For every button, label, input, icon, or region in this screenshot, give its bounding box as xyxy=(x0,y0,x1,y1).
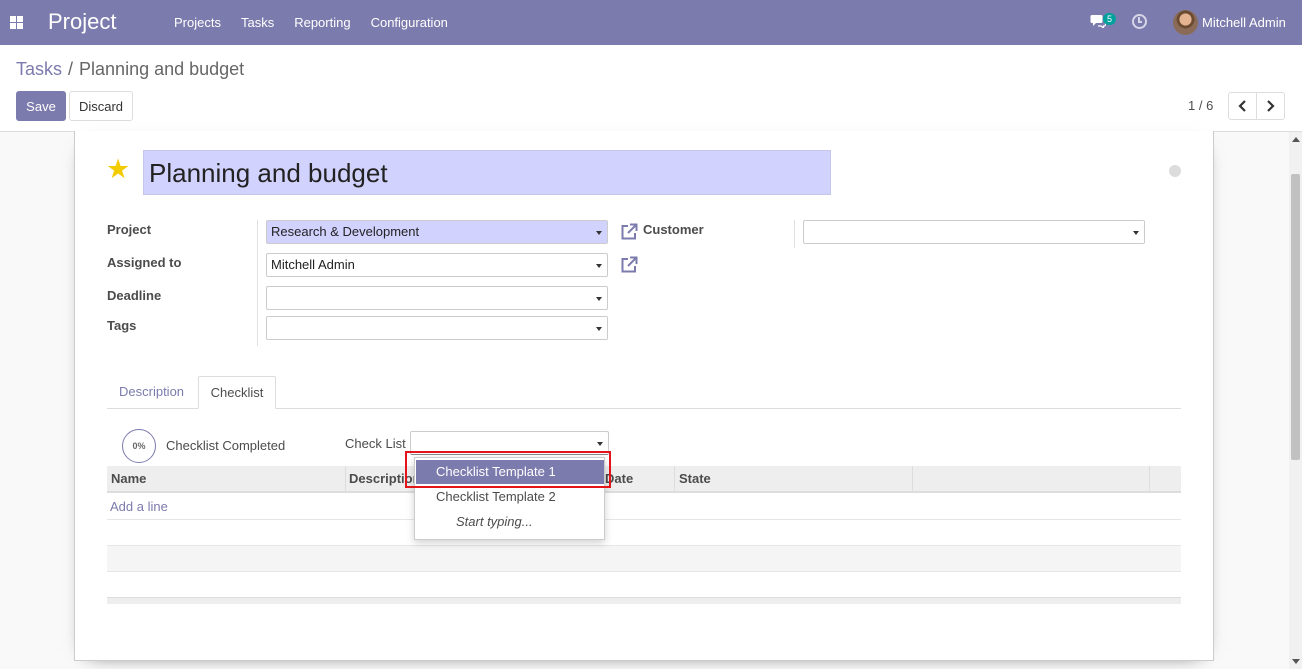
table-row-divider xyxy=(107,545,1181,546)
scroll-thumb[interactable] xyxy=(1291,174,1300,460)
pager-next-button[interactable] xyxy=(1256,92,1285,120)
priority-star-icon[interactable]: ★ xyxy=(106,156,130,183)
dropdown-item-template-1[interactable]: Checklist Template 1 xyxy=(416,460,604,484)
assigned-to-field[interactable]: Mitchell Admin xyxy=(266,253,608,277)
activity-clock-icon[interactable] xyxy=(1132,14,1147,29)
caret-down-icon xyxy=(596,297,602,301)
pager-value[interactable]: 1 / 6 xyxy=(1188,98,1213,113)
field-divider xyxy=(794,220,795,248)
user-name[interactable]: Mitchell Admin xyxy=(1202,15,1286,30)
task-title-input[interactable]: Planning and budget xyxy=(143,150,831,195)
breadcrumb: Tasks / Planning and budget xyxy=(16,59,244,80)
check-list-label: Check List xyxy=(345,436,406,451)
pager-previous-button[interactable] xyxy=(1228,92,1257,120)
caret-down-icon xyxy=(596,327,602,331)
scroll-up-arrow-icon[interactable] xyxy=(1292,137,1300,142)
chevron-left-icon xyxy=(1238,100,1246,112)
checklist-table-footer xyxy=(107,597,1181,604)
breadcrumb-current: Planning and budget xyxy=(79,59,245,79)
tab-checklist[interactable]: Checklist xyxy=(198,376,276,409)
deadline-field[interactable] xyxy=(266,286,608,310)
main-menu: Projects Tasks Reporting Configuration xyxy=(164,0,458,45)
check-list-select[interactable] xyxy=(410,431,609,455)
page-scrollbar[interactable] xyxy=(1289,132,1302,669)
project-value: Research & Development xyxy=(271,224,420,239)
menu-reporting[interactable]: Reporting xyxy=(284,0,360,45)
assigned-to-label: Assigned to xyxy=(107,255,182,270)
app-brand[interactable]: Project xyxy=(48,9,116,35)
table-row xyxy=(107,546,1181,572)
project-label: Project xyxy=(107,222,152,237)
customer-label: Customer xyxy=(643,222,704,237)
tags-field[interactable] xyxy=(266,316,608,340)
add-a-line-link[interactable]: Add a line xyxy=(110,499,168,514)
menu-tasks[interactable]: Tasks xyxy=(231,0,284,45)
caret-down-icon xyxy=(1133,231,1139,235)
column-header-name[interactable]: Name xyxy=(107,466,346,491)
deadline-label: Deadline xyxy=(107,288,162,303)
caret-down-icon xyxy=(597,442,603,446)
external-link-icon[interactable] xyxy=(620,256,638,274)
project-field[interactable]: Research & Development xyxy=(266,220,608,244)
checklist-progress-circle: 0% xyxy=(122,429,156,463)
top-navbar: Project Projects Tasks Reporting Configu… xyxy=(0,0,1302,45)
caret-down-icon xyxy=(596,264,602,268)
chevron-right-icon xyxy=(1267,100,1275,112)
checklist-dropdown-menu: Checklist Template 1 Checklist Template … xyxy=(414,457,605,540)
external-link-icon[interactable] xyxy=(620,223,638,241)
column-header-extra xyxy=(912,466,1150,491)
tab-description[interactable]: Description xyxy=(107,376,196,409)
tags-label: Tags xyxy=(107,318,137,333)
customer-field[interactable] xyxy=(803,220,1145,244)
caret-down-icon xyxy=(596,231,602,235)
assigned-to-value: Mitchell Admin xyxy=(271,257,355,272)
checklist-progress-label: Checklist Completed xyxy=(166,438,286,453)
breadcrumb-separator: / xyxy=(68,59,74,79)
breadcrumb-tasks[interactable]: Tasks xyxy=(16,59,62,79)
save-button[interactable]: Save xyxy=(16,91,66,121)
messages-count-badge: 5 xyxy=(1103,13,1117,25)
field-divider xyxy=(257,220,258,346)
apps-menu-icon[interactable] xyxy=(10,16,23,29)
checklist-table-header: Name Description Date State xyxy=(107,466,1181,493)
column-header-state[interactable]: State xyxy=(675,466,913,491)
kanban-state-indicator[interactable] xyxy=(1169,165,1181,177)
table-row-divider xyxy=(107,519,1181,520)
scroll-down-arrow-icon[interactable] xyxy=(1292,659,1300,664)
dropdown-start-typing-hint: Start typing... xyxy=(456,514,533,529)
user-avatar[interactable] xyxy=(1173,10,1198,35)
dropdown-item-template-2[interactable]: Checklist Template 2 xyxy=(416,485,604,509)
discard-button[interactable]: Discard xyxy=(69,91,133,121)
menu-configuration[interactable]: Configuration xyxy=(361,0,458,45)
table-row-divider xyxy=(107,571,1181,572)
menu-projects[interactable]: Projects xyxy=(164,0,231,45)
